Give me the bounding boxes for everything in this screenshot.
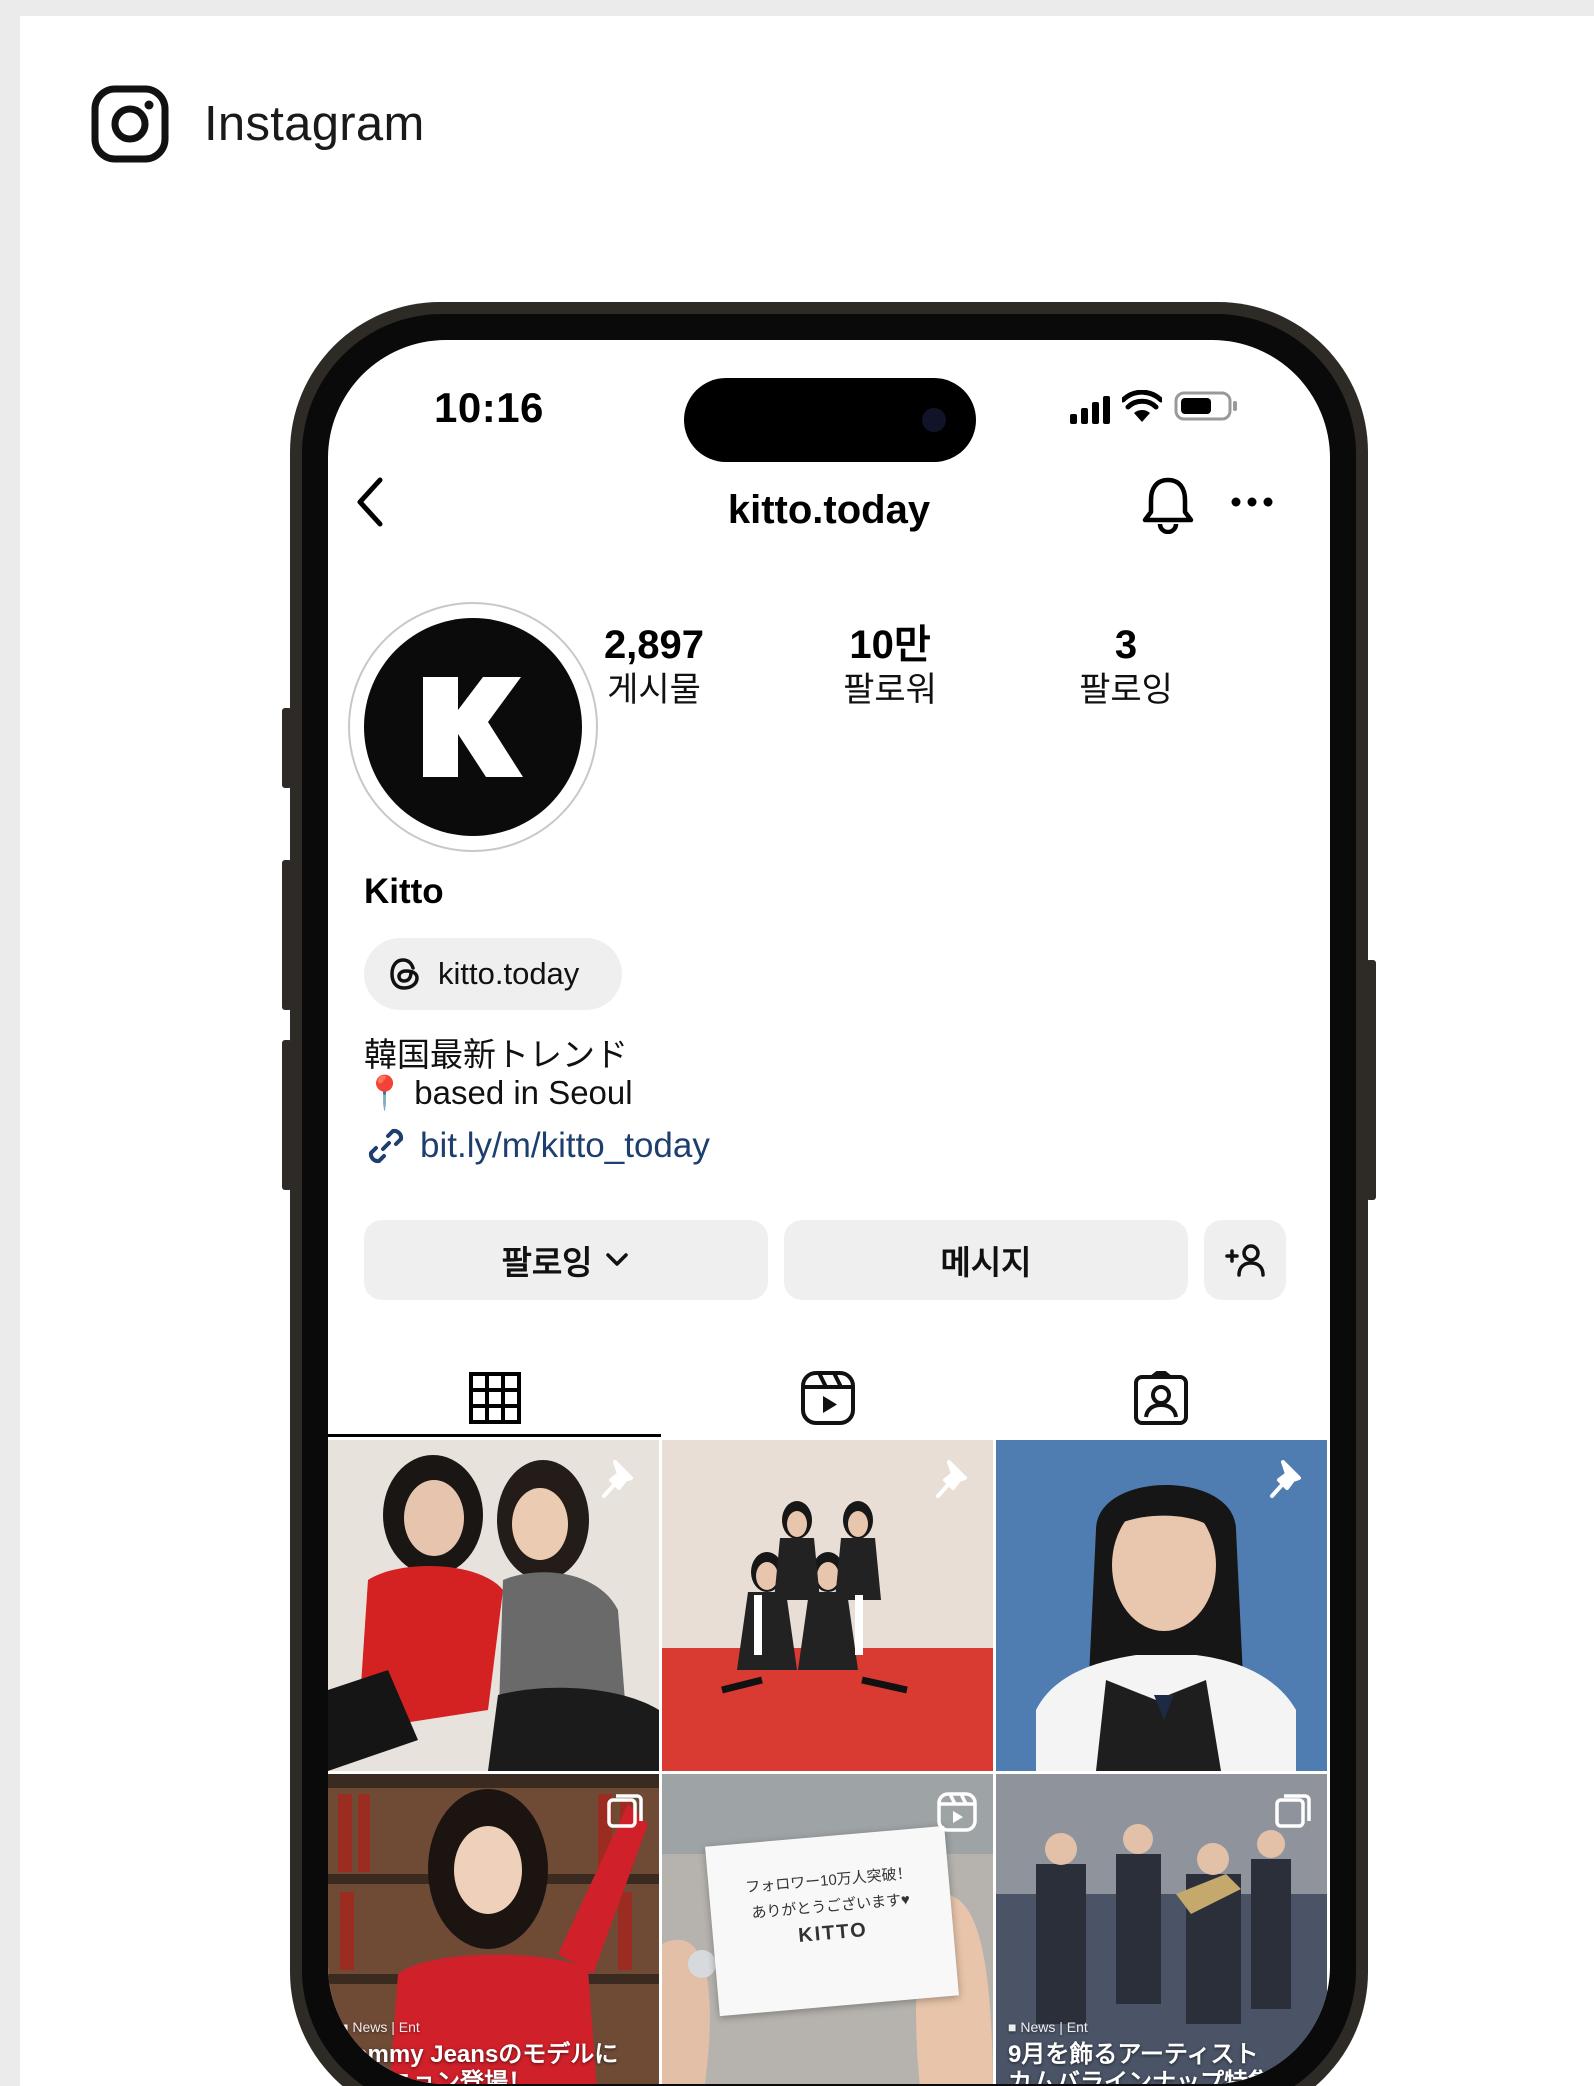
phone-screen: 10:16 kitto.today 2,897 게시물 10만 팔로워 3 팔로… <box>328 340 1330 2084</box>
action-button <box>282 708 292 788</box>
message-label: 메시지 <box>940 1244 1032 1281</box>
pin-icon <box>602 1460 633 1498</box>
signal-icon <box>1070 396 1110 424</box>
bio-line-1: 韓国最新トレンド <box>364 1036 628 1073</box>
more-options-icon[interactable] <box>1228 492 1276 512</box>
link-label: bit.ly/m/kitto_today <box>420 1126 710 1165</box>
volume-down-button <box>282 1040 292 1190</box>
add-friend-button[interactable] <box>1204 1220 1286 1300</box>
stat-posts-label: 게시물 <box>607 671 701 709</box>
threads-icon <box>390 958 419 990</box>
post-tile-2[interactable] <box>662 1440 993 1771</box>
carousel-icon <box>607 1794 643 1828</box>
instagram-brand: Instagram <box>90 84 425 164</box>
tab-reels[interactable] <box>661 1362 994 1434</box>
caption-tag: ■ News | Ent <box>1008 2019 1088 2035</box>
power-button <box>1366 960 1376 1200</box>
caption-tag: ■ News | Ent <box>340 2019 420 2035</box>
pin-icon <box>1270 1460 1301 1498</box>
stat-followers-label: 팔로워 <box>843 671 937 709</box>
battery-icon <box>1174 391 1237 421</box>
post-tile-1[interactable] <box>328 1440 659 1771</box>
handwritten-note: フォロワー10万人突破！ ありがとうございます♥ KITTO <box>705 1825 959 2017</box>
tagged-icon <box>1133 1371 1188 1425</box>
volume-up-button <box>282 860 292 1010</box>
post-tile-5[interactable]: フォロワー10万人突破！ ありがとうございます♥ KITTO <box>662 1774 993 2084</box>
post-tile-4[interactable]: ■ News | Ent Tommy Jeansのモデルに ウォニョン登場！ <box>328 1774 659 2084</box>
stat-followers-value: 10만 <box>849 623 931 667</box>
link-icon <box>368 1128 404 1164</box>
caption-text: Tommy Jeansのモデルに ウォニョン登場！ <box>340 2041 619 2084</box>
post-caption-6: ■ News | Ent 9月を飾るアーティスト カムバラインナップ特集 <box>1008 2013 1272 2084</box>
reels-icon <box>800 1371 855 1425</box>
stat-following-value: 3 <box>1114 623 1138 667</box>
brand-name: Instagram <box>204 97 425 151</box>
carousel-icon <box>1275 1794 1311 1828</box>
chevron-down-icon <box>605 1253 628 1266</box>
kitto-logo-icon <box>423 677 523 777</box>
threads-label: kitto.today <box>438 956 580 991</box>
threads-badge[interactable]: kitto.today <box>364 938 622 1010</box>
stat-posts[interactable]: 2,897 게시물 <box>554 622 754 712</box>
following-button[interactable]: 팔로잉 <box>364 1220 768 1300</box>
stat-posts-value: 2,897 <box>603 623 705 667</box>
status-time: 10:16 <box>434 384 544 431</box>
stat-following-label: 팔로잉 <box>1079 671 1173 709</box>
grid-icon <box>468 1372 521 1424</box>
bio-line-2: 📍 based in Seoul <box>364 1074 633 1111</box>
post-tile-3[interactable] <box>996 1440 1327 1771</box>
following-label: 팔로잉 <box>501 1244 593 1281</box>
reel-icon <box>937 1792 977 1832</box>
post-caption-4: ■ News | Ent Tommy Jeansのモデルに ウォニョン登場！ <box>340 2013 618 2084</box>
add-person-icon <box>1225 1244 1265 1277</box>
bell-icon[interactable] <box>1140 474 1196 534</box>
active-tab-indicator <box>328 1434 661 1437</box>
tab-grid[interactable] <box>328 1362 661 1434</box>
display-name: Kitto <box>364 872 444 911</box>
phone-frame: 10:16 kitto.today 2,897 게시물 10만 팔로워 3 팔로… <box>282 302 1376 2086</box>
stat-following[interactable]: 3 팔로잉 <box>1026 622 1226 712</box>
tab-tagged[interactable] <box>994 1362 1327 1434</box>
dynamic-island <box>684 378 976 462</box>
wifi-icon <box>1122 390 1162 422</box>
instagram-logo-icon <box>91 85 169 163</box>
post-tile-6[interactable]: ■ News | Ent 9月を飾るアーティスト カムバラインナップ特集 <box>996 1774 1327 2084</box>
pin-icon <box>936 1460 967 1498</box>
stat-followers[interactable]: 10만 팔로워 <box>790 622 990 712</box>
caption-text: 9月を飾るアーティスト カムバラインナップ特集 <box>1008 2041 1272 2084</box>
bio-link[interactable]: bit.ly/m/kitto_today <box>364 1124 710 1168</box>
message-button[interactable]: 메시지 <box>784 1220 1188 1300</box>
